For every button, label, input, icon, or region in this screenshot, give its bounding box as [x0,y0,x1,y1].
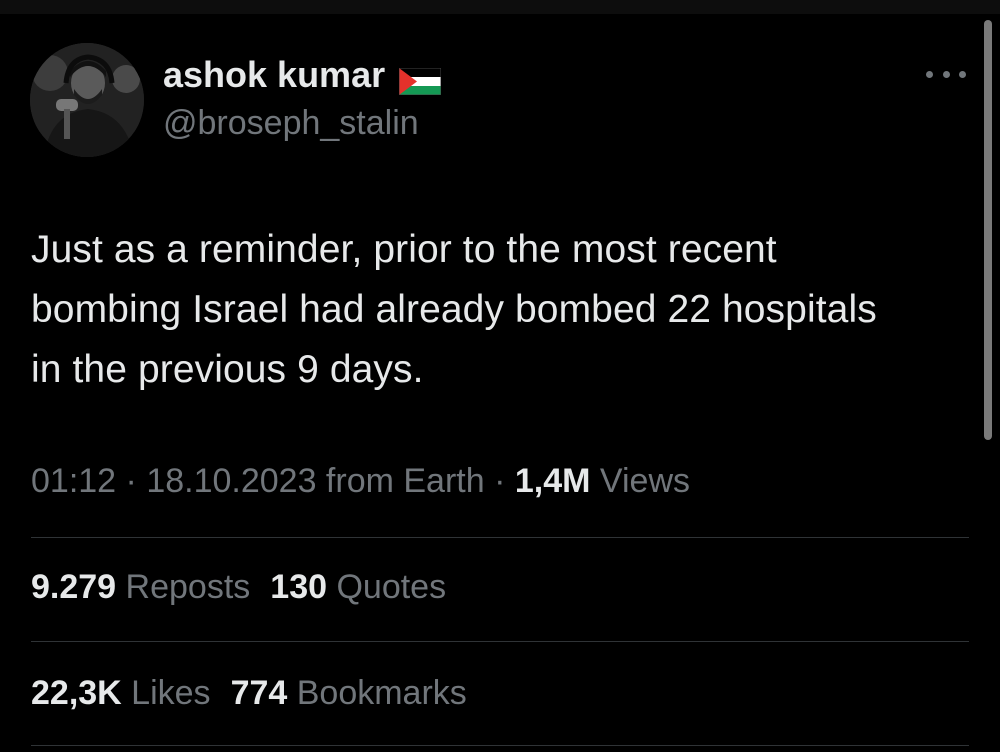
tweet-date[interactable]: 18.10.2023 [146,462,316,500]
tweet-time[interactable]: 01:12 [31,462,116,500]
views-label: Views [590,462,690,500]
author-name-text[interactable]: ashok kumar [163,54,385,96]
divider [31,537,969,538]
reposts-link[interactable]: 9.279 Reposts [31,568,250,606]
bookmarks-link[interactable]: 774 Bookmarks [231,674,467,712]
likes-link[interactable]: 22,3K Likes [31,674,211,712]
quotes-count: 130 [270,568,328,606]
views-count: 1,4M [514,462,591,500]
quotes-link[interactable]: 130 Quotes [270,568,446,606]
tweet-line: bombing Israel had already bombed 22 hos… [31,288,877,331]
more-horizontal-icon [926,70,933,78]
more-dot [942,70,950,78]
tweet-line: Just as a reminder, prior to the most re… [31,228,777,271]
reposts-quotes-row: 9.279 Reposts 130 Quotes [31,568,446,607]
reposts-count: 9.279 [31,568,117,606]
more-options-button[interactable] [926,64,966,84]
divider [31,641,969,642]
meta-separator: · [116,462,147,500]
tweet-text: Just as a reminder, prior to the most re… [31,220,981,400]
palestine-flag-icon [398,62,442,95]
bookmarks-label: Bookmarks [287,674,467,712]
tweet-meta: 01:12 · 18.10.2023 from Earth · 1,4M Vie… [31,462,690,501]
quotes-label: Quotes [327,568,447,606]
tweet-source: from Earth [316,462,485,500]
scrollbar[interactable] [984,20,992,440]
likes-label: Likes [121,674,211,712]
avatar[interactable] [30,43,144,157]
likes-bookmarks-row: 22,3K Likes 774 Bookmarks [31,674,467,713]
author-display-name[interactable]: ashok kumar [163,54,442,96]
author-handle[interactable]: @broseph_stalin [163,104,419,143]
divider [31,745,969,746]
likes-count: 22,3K [31,674,122,712]
bookmarks-count: 774 [230,674,288,712]
more-dot [959,70,966,78]
reposts-label: Reposts [116,568,251,606]
tweet-line: in the previous 9 days. [31,348,424,391]
meta-separator: · [484,462,515,500]
top-bar [0,0,1000,14]
